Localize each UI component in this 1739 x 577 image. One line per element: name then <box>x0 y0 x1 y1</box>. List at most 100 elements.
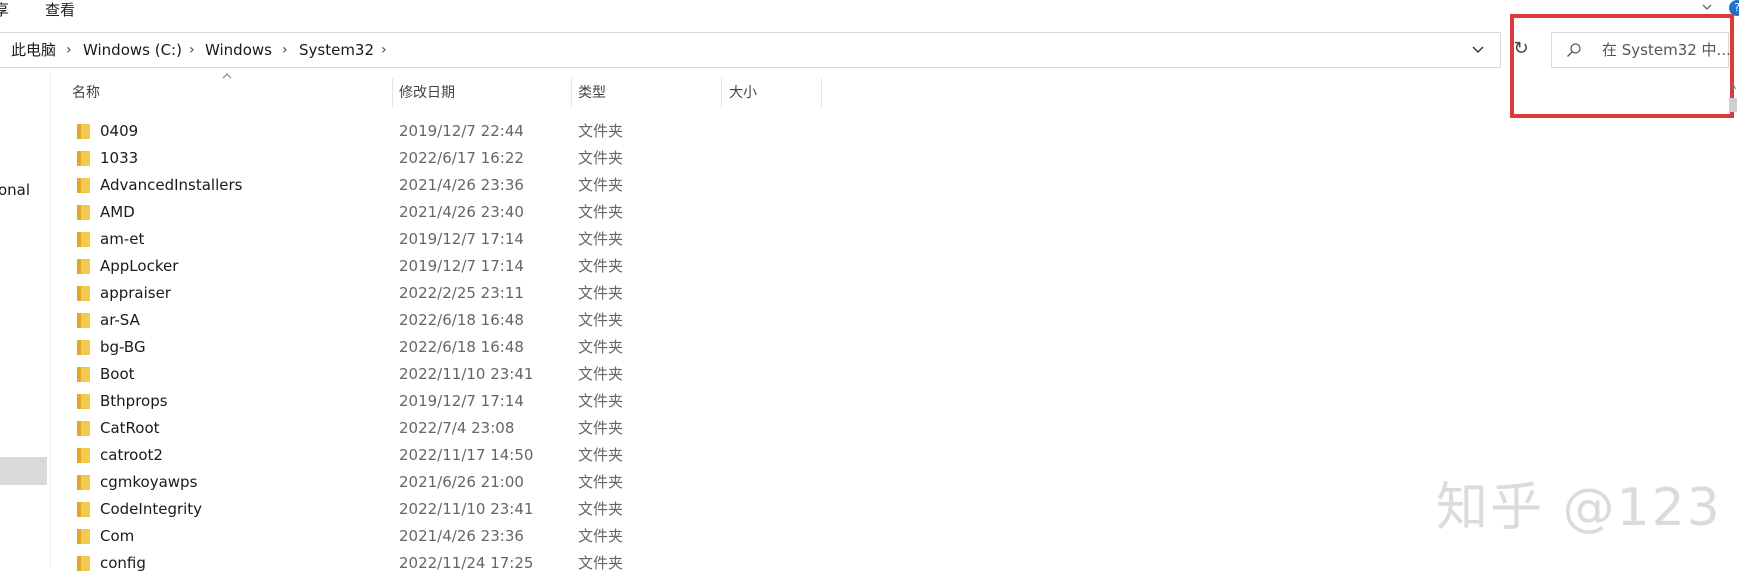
folder-icon <box>77 474 90 490</box>
file-row[interactable]: AMD 2021/4/26 23:40 文件夹 <box>0 199 900 226</box>
column-header-size[interactable]: 大小 <box>729 80 757 106</box>
folder-icon <box>77 312 90 328</box>
column-divider[interactable] <box>571 78 572 108</box>
folder-icon <box>77 393 90 409</box>
column-divider[interactable] <box>721 78 722 108</box>
column-divider[interactable] <box>821 78 822 108</box>
breadcrumb-system32[interactable]: System32 <box>299 33 374 67</box>
folder-icon <box>77 366 90 382</box>
file-type: 文件夹 <box>578 311 624 329</box>
file-row[interactable]: AppLocker 2019/12/7 17:14 文件夹 <box>0 253 900 280</box>
ribbon-tab-view[interactable]: 查看 <box>45 0 75 20</box>
folder-icon <box>77 150 90 166</box>
file-name: appraiser <box>100 284 171 302</box>
file-type: 文件夹 <box>578 230 624 248</box>
file-row[interactable]: config 2022/11/24 17:25 文件夹 <box>0 550 900 577</box>
scroll-up-icon[interactable] <box>1728 83 1738 93</box>
folder-icon <box>77 420 90 436</box>
ribbon-tab-share[interactable]: 享 <box>0 0 9 20</box>
file-type: 文件夹 <box>578 446 624 464</box>
file-row[interactable]: Com 2021/4/26 23:36 文件夹 <box>0 523 900 550</box>
file-modified: 2022/7/4 23:08 <box>399 419 515 437</box>
file-type: 文件夹 <box>578 527 624 545</box>
file-row[interactable]: CodeIntegrity 2022/11/10 23:41 文件夹 <box>0 496 900 523</box>
sort-ascending-icon <box>222 71 232 82</box>
file-modified: 2022/6/18 16:48 <box>399 311 524 329</box>
file-name: am-et <box>100 230 145 248</box>
address-dropdown-icon[interactable] <box>1470 33 1486 67</box>
file-type: 文件夹 <box>578 419 624 437</box>
breadcrumb-chevron-icon[interactable]: › <box>189 33 195 67</box>
file-row[interactable]: Boot 2022/11/10 23:41 文件夹 <box>0 361 900 388</box>
folder-icon <box>77 555 90 571</box>
file-row[interactable]: 1033 2022/6/17 16:22 文件夹 <box>0 145 900 172</box>
file-type: 文件夹 <box>578 500 624 518</box>
file-modified: 2019/12/7 17:14 <box>399 257 524 275</box>
file-name: 0409 <box>100 122 139 140</box>
address-bar[interactable]: 此电脑 › Windows (C:) › Windows › System32 … <box>0 32 1501 68</box>
file-modified: 2021/4/26 23:36 <box>399 527 524 545</box>
file-row[interactable]: AdvancedInstallers 2021/4/26 23:36 文件夹 <box>0 172 900 199</box>
file-type: 文件夹 <box>578 554 624 572</box>
file-row[interactable]: appraiser 2022/2/25 23:11 文件夹 <box>0 280 900 307</box>
file-modified: 2019/12/7 17:14 <box>399 230 524 248</box>
file-row[interactable]: catroot2 2022/11/17 14:50 文件夹 <box>0 442 900 469</box>
file-row[interactable]: CatRoot 2022/7/4 23:08 文件夹 <box>0 415 900 442</box>
folder-icon <box>77 231 90 247</box>
column-divider[interactable] <box>392 78 393 108</box>
address-row: 此电脑 › Windows (C:) › Windows › System32 … <box>0 29 1739 71</box>
file-modified: 2019/12/7 22:44 <box>399 122 524 140</box>
breadcrumb-chevron-icon[interactable]: › <box>282 33 288 67</box>
folder-icon <box>77 204 90 220</box>
file-type: 文件夹 <box>578 122 624 140</box>
file-name: catroot2 <box>100 446 163 464</box>
column-header-type[interactable]: 类型 <box>578 80 606 106</box>
file-modified: 2021/4/26 23:40 <box>399 203 524 221</box>
ribbon: 享 查看 ? <box>0 0 1739 20</box>
file-name: bg-BG <box>100 338 146 356</box>
file-type: 文件夹 <box>578 392 624 410</box>
file-name: config <box>100 554 146 572</box>
column-header-modified[interactable]: 修改日期 <box>399 80 455 106</box>
folder-icon <box>77 123 90 139</box>
file-row[interactable]: am-et 2019/12/7 17:14 文件夹 <box>0 226 900 253</box>
file-modified: 2022/11/10 23:41 <box>399 365 534 383</box>
file-name: Com <box>100 527 135 545</box>
breadcrumb-drive-c[interactable]: Windows (C:) <box>83 33 182 67</box>
folder-icon <box>77 501 90 517</box>
file-name: CatRoot <box>100 419 160 437</box>
watermark: 知乎 @123 <box>1436 478 1722 538</box>
file-type: 文件夹 <box>578 473 624 491</box>
folder-icon <box>77 339 90 355</box>
breadcrumb-this-pc[interactable]: 此电脑 <box>11 33 56 67</box>
file-modified: 2022/6/18 16:48 <box>399 338 524 356</box>
breadcrumb-chevron-icon[interactable]: › <box>381 33 387 67</box>
file-modified: 2019/12/7 17:14 <box>399 392 524 410</box>
column-header-name[interactable]: 名称 <box>72 80 100 106</box>
file-name: Boot <box>100 365 135 383</box>
breadcrumb-chevron-icon[interactable]: › <box>66 33 72 67</box>
file-row[interactable]: 0409 2019/12/7 22:44 文件夹 <box>0 118 900 145</box>
scrollbar-thumb[interactable] <box>1729 98 1737 112</box>
folder-icon <box>77 528 90 544</box>
file-row[interactable]: bg-BG 2022/6/18 16:48 文件夹 <box>0 334 900 361</box>
file-name: AMD <box>100 203 135 221</box>
file-type: 文件夹 <box>578 338 624 356</box>
file-type: 文件夹 <box>578 176 624 194</box>
file-type: 文件夹 <box>578 284 624 302</box>
file-modified: 2022/11/10 23:41 <box>399 500 534 518</box>
breadcrumb-windows[interactable]: Windows <box>205 33 272 67</box>
file-name: CodeIntegrity <box>100 500 203 518</box>
file-row[interactable]: cgmkoyawps 2021/6/26 21:00 文件夹 <box>0 469 900 496</box>
file-name: AdvancedInstallers <box>100 176 243 194</box>
file-modified: 2022/11/17 14:50 <box>399 446 534 464</box>
file-name: 1033 <box>100 149 139 167</box>
folder-icon <box>77 177 90 193</box>
folder-icon <box>77 285 90 301</box>
file-modified: 2021/6/26 21:00 <box>399 473 524 491</box>
file-row[interactable]: ar-SA 2022/6/18 16:48 文件夹 <box>0 307 900 334</box>
file-row[interactable]: Bthprops 2019/12/7 17:14 文件夹 <box>0 388 900 415</box>
file-type: 文件夹 <box>578 365 624 383</box>
file-name: ar-SA <box>100 311 140 329</box>
file-type: 文件夹 <box>578 203 624 221</box>
